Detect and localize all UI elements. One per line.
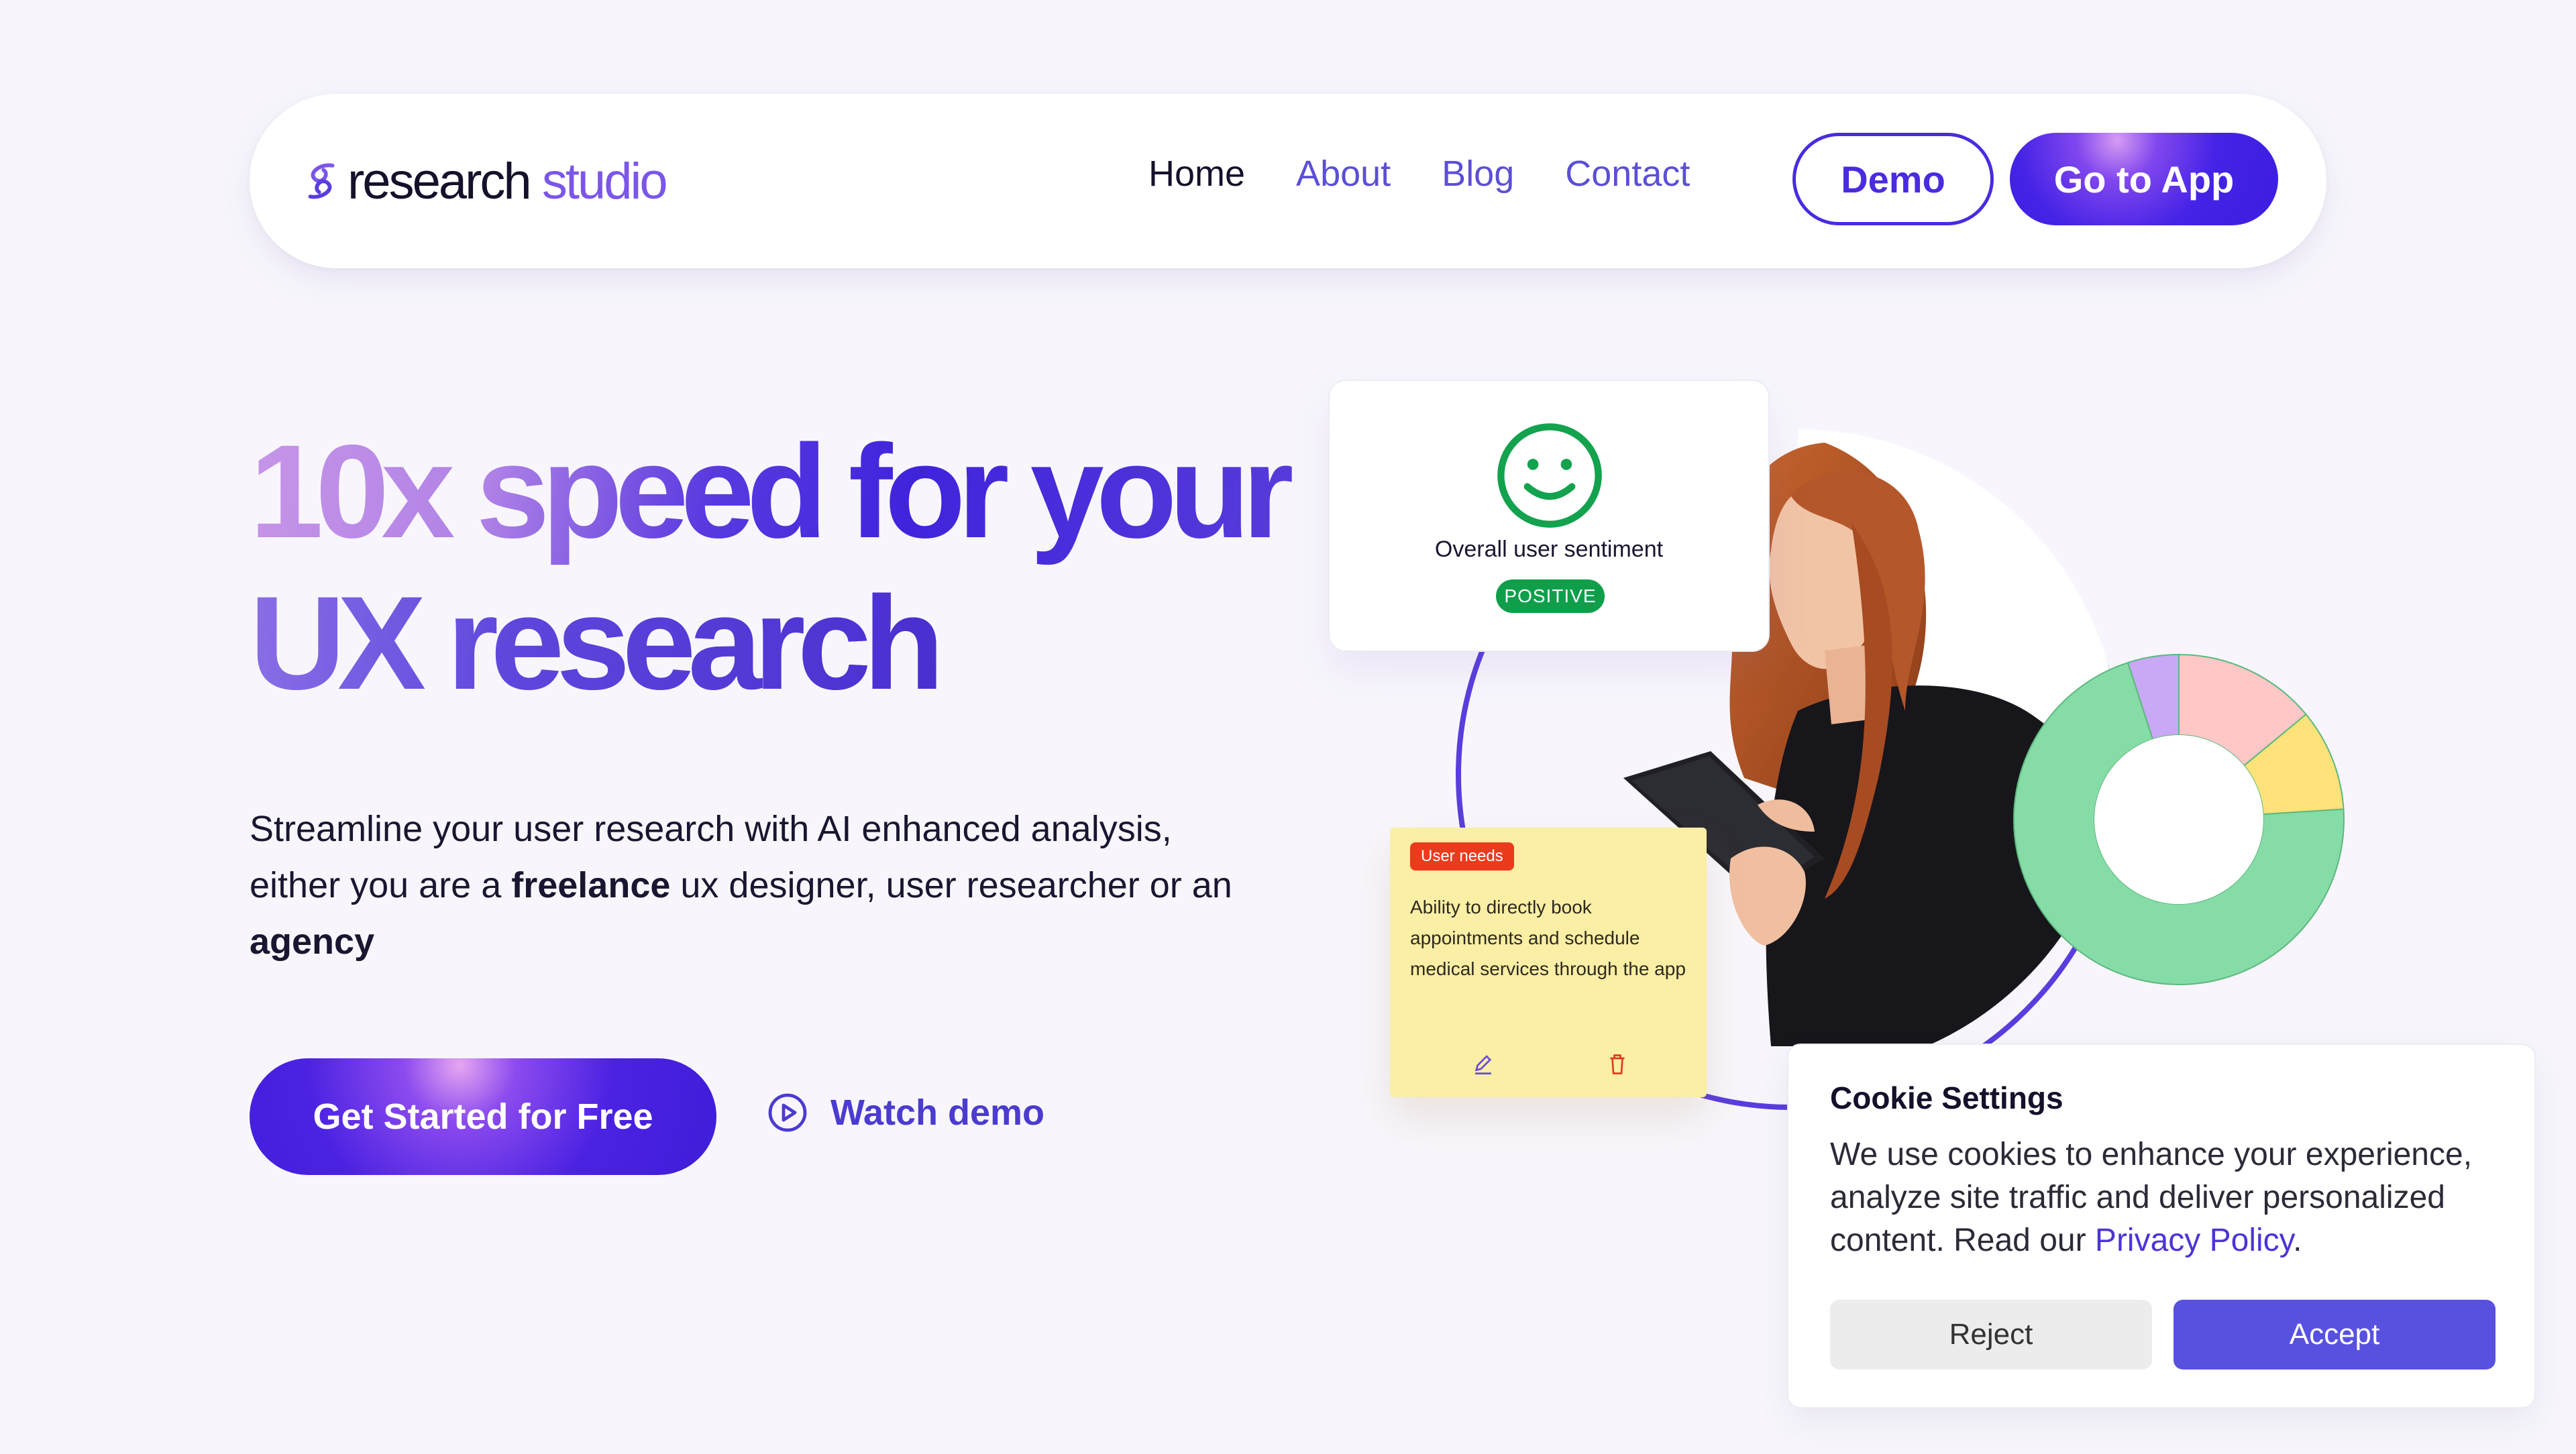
watch-demo-link[interactable]: Watch demo — [767, 1092, 1044, 1133]
nav-link-about[interactable]: About — [1296, 153, 1391, 194]
sticky-note: User needs Ability to directly book appo… — [1390, 828, 1707, 1097]
trash-icon[interactable] — [1607, 1053, 1627, 1076]
note-text: Ability to directly book appointments an… — [1410, 897, 1686, 979]
cookie-text: We use cookies to enhance your experienc… — [1830, 1133, 2508, 1262]
landing-page: research studio Home About Blog Contact … — [0, 0, 2576, 1454]
watch-demo-label: Watch demo — [830, 1093, 1045, 1133]
cookie-title: Cookie Settings — [1830, 1080, 2063, 1115]
hero-subtitle-freelance: freelance — [511, 865, 671, 905]
play-circle-icon — [768, 1093, 807, 1132]
hero-title-line2: UX research — [250, 569, 945, 717]
sentiment-badge: POSITIVE — [1496, 579, 1605, 613]
sentiment-card: Overall user sentiment POSITIVE — [1328, 380, 1770, 652]
logo-text-research: research — [347, 152, 532, 210]
logo[interactable]: research studio — [299, 148, 668, 215]
reject-button[interactable]: Reject — [1830, 1300, 2152, 1369]
donut-chart — [2013, 653, 2345, 985]
privacy-policy-link[interactable]: Privacy Policy — [2095, 1223, 2293, 1258]
go-to-app-button[interactable]: Go to App — [2010, 133, 2278, 225]
smiley-icon — [1497, 423, 1602, 528]
cookie-text-end: . — [2293, 1223, 2302, 1258]
demo-button[interactable]: Demo — [1792, 133, 1994, 225]
nav-link-contact[interactable]: Contact — [1565, 153, 1690, 194]
accept-button[interactable]: Accept — [2174, 1300, 2496, 1369]
top-nav: research studio Home About Blog Contact … — [250, 94, 2326, 268]
logo-text-studio: studio — [541, 152, 668, 210]
hero-title-part2: for your — [848, 417, 1286, 565]
sentiment-label: Overall user sentiment — [1434, 537, 1664, 562]
hero-subtitle-agency: agency — [250, 921, 375, 962]
hero-subtitle: Streamline your user research with AI en… — [250, 801, 1269, 970]
hero-subtitle-text-2: ux designer, user researcher or an — [670, 865, 1232, 905]
hero-title-part1: 10x speed — [250, 417, 820, 565]
hero-title: 10x speed for your UX research — [250, 416, 1323, 719]
donut-hole — [2094, 735, 2263, 904]
nav-link-blog[interactable]: Blog — [1442, 153, 1514, 194]
get-started-button[interactable]: Get Started for Free — [250, 1058, 716, 1175]
note-tag: User needs — [1410, 842, 1514, 871]
cookie-banner: Cookie Settings We use cookies to enhanc… — [1787, 1044, 2536, 1408]
edit-icon[interactable] — [1472, 1053, 1495, 1076]
nav-link-home[interactable]: Home — [1148, 153, 1245, 194]
logo-icon — [308, 163, 335, 199]
nav-links: Home About Blog Contact — [1148, 153, 1741, 194]
